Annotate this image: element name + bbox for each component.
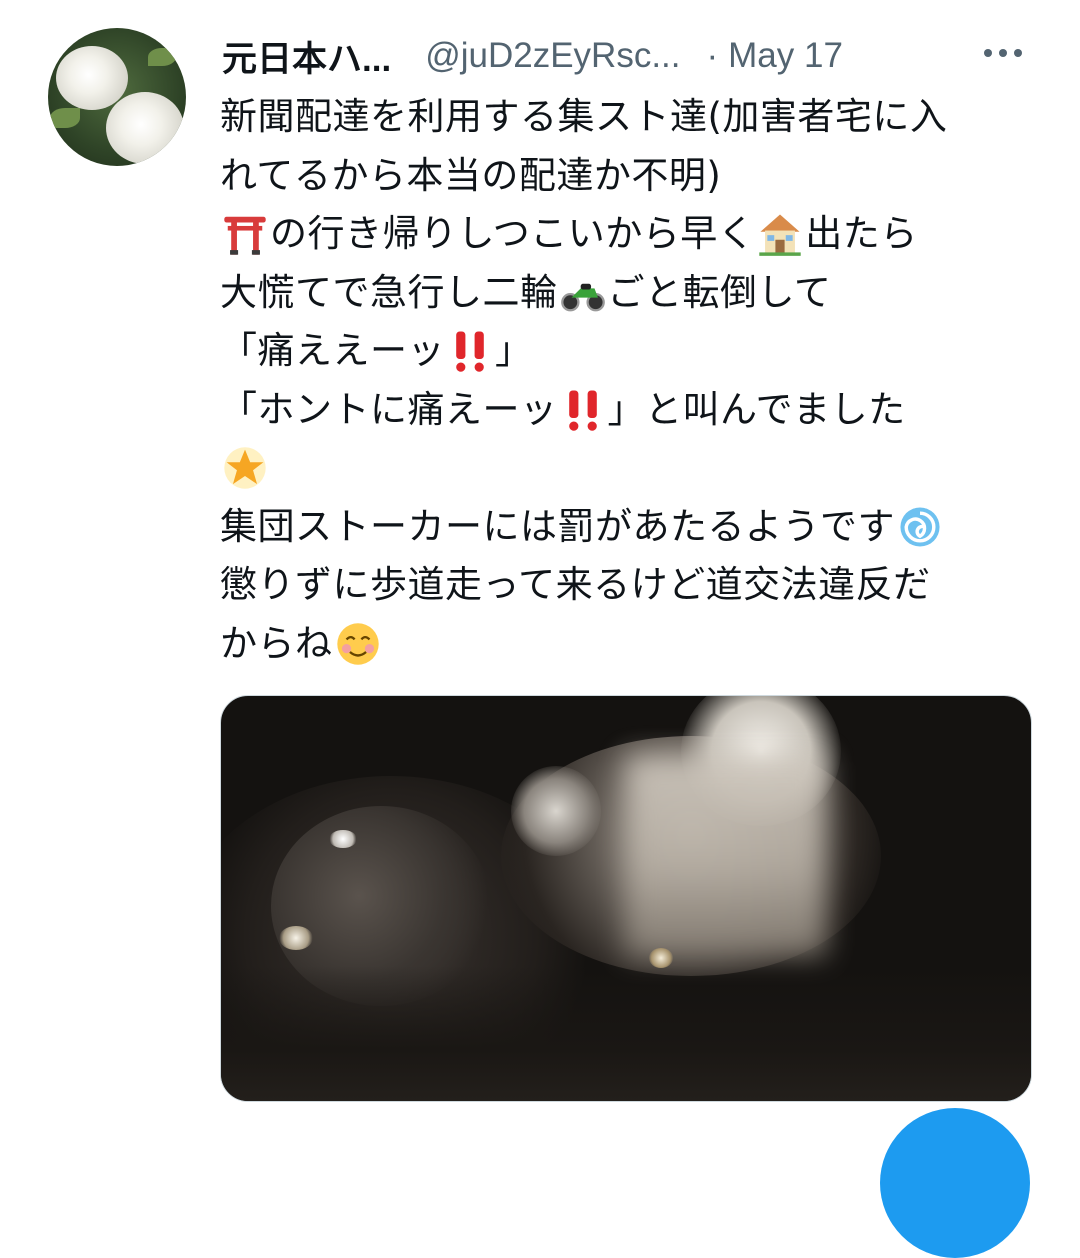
tweet-text-segment: れてるから本当の配達か不明) bbox=[220, 153, 722, 197]
rose-image bbox=[56, 46, 128, 110]
cyclone-icon bbox=[900, 507, 940, 547]
tweet-text-segment: 」と叫んでました bbox=[607, 387, 906, 431]
avatar[interactable] bbox=[48, 28, 186, 166]
tweet-text-line: 集団ストーカーには罰があたるようです bbox=[220, 498, 1050, 557]
tweet-text-line: 大慌てで急行し二輪 ごと転倒して bbox=[220, 264, 1050, 323]
tweet-photo[interactable] bbox=[220, 695, 1032, 1102]
double-exclamation-icon bbox=[568, 390, 597, 431]
tweet-text-line: れてるから本当の配達か不明) bbox=[220, 147, 1050, 206]
tweet-text: 新聞配達を利用する集スト達(加害者宅に入 れてるから本当の配達か不明) の行き帰りし… bbox=[220, 88, 1050, 673]
glowing-star-icon bbox=[224, 447, 266, 489]
compose-fab[interactable] bbox=[880, 1108, 1030, 1258]
tweet-text-line: 「ホントに痛えーッ 」と叫んでました bbox=[220, 381, 1050, 440]
motorcycle-icon bbox=[560, 283, 605, 312]
tweet-text-segment: ごと転倒して bbox=[607, 270, 832, 314]
tweet-text-segment: 集団ストーカーには罰があたるようです bbox=[220, 504, 895, 548]
tweet-text-segment: 」 bbox=[495, 329, 533, 372]
tweet-text-segment: 大慌てで急行し二輪 bbox=[220, 270, 558, 314]
tweet-text-segment: からね bbox=[220, 621, 333, 665]
tweet-text-segment: 新聞配達を利用する集スト達(加害者宅に入 bbox=[220, 95, 948, 138]
torii-gate-icon bbox=[224, 217, 266, 255]
rose-image bbox=[106, 92, 184, 164]
user-handle[interactable]: @juD2zEyRsc... bbox=[425, 36, 680, 76]
tweet-text-segment: 「痛ええーッ bbox=[220, 329, 445, 372]
double-exclamation-icon bbox=[456, 331, 484, 372]
tweet-text-segment: 出たら bbox=[805, 212, 918, 255]
tweet-text-segment: 「ホントに痛えーッ bbox=[220, 387, 558, 431]
tweet-text-line: 新聞配達を利用する集スト達(加害者宅に入 bbox=[220, 88, 1050, 147]
more-horizontal-icon[interactable] bbox=[984, 38, 1028, 68]
tweet-text-segment: 懲りずに歩道走って来るけど道交法違反だ bbox=[220, 563, 931, 606]
tweet-text-segment: の行き帰りしつこいから早く bbox=[270, 212, 756, 255]
tweet-text-line bbox=[220, 439, 1050, 498]
house-icon bbox=[759, 214, 801, 257]
tweet-date[interactable]: May 17 bbox=[728, 36, 843, 76]
tweet-text-line: 懲りずに歩道走って来るけど道交法違反だ bbox=[220, 556, 1050, 615]
tweet-header: 元日本ハ... @juD2zEyRsc... · May 17 bbox=[222, 30, 1042, 82]
smiling-face-icon bbox=[336, 623, 379, 665]
tweet-text-line: 「痛ええーッ 」 bbox=[220, 322, 1050, 381]
separator-dot: · bbox=[706, 36, 719, 75]
display-name[interactable]: 元日本ハ... bbox=[222, 31, 391, 82]
tweet-text-line: の行き帰りしつこいから早く 出たら bbox=[220, 205, 1050, 264]
tweet-text-line: からね bbox=[220, 615, 1050, 674]
